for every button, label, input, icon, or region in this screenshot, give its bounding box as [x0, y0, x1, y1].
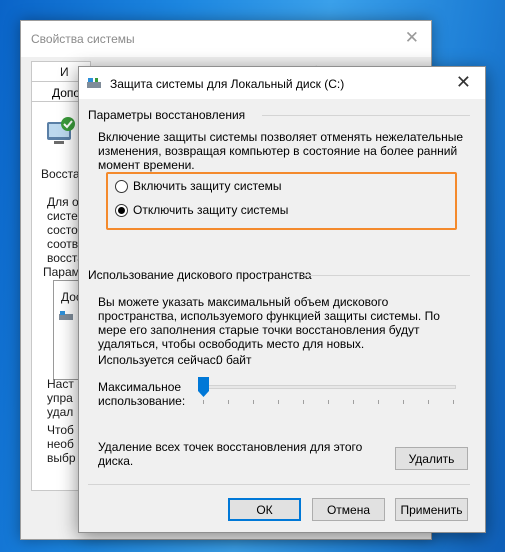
- create-fragment-2: необ: [47, 437, 74, 451]
- close-icon[interactable]: ✕: [405, 28, 419, 48]
- slider-tick: [403, 400, 404, 404]
- cancel-button[interactable]: Отмена: [312, 498, 385, 521]
- system-properties-title: Свойства системы: [31, 32, 135, 46]
- slider-tick: [353, 400, 354, 404]
- slider-tick: [228, 400, 229, 404]
- slider-tick: [278, 400, 279, 404]
- radio-disable-protection[interactable]: Отключить защиту системы: [115, 203, 288, 217]
- create-fragment-1: Чтоб: [47, 423, 74, 437]
- bottom-divider: [88, 484, 470, 485]
- slider-tick: [328, 400, 329, 404]
- radio-disable-label: Отключить защиту системы: [133, 203, 289, 217]
- radio-enable-indicator[interactable]: [115, 179, 128, 193]
- tab-top-label: И: [60, 65, 69, 79]
- dialog-title: Защита системы для Локальный диск (C:): [110, 77, 345, 91]
- ok-button[interactable]: ОК: [228, 498, 301, 521]
- max-usage-slider-thumb[interactable]: [198, 377, 209, 397]
- restore-description: Включение защиты системы позволяет отмен…: [98, 130, 464, 172]
- close-icon[interactable]: ✕: [456, 72, 471, 93]
- config-fragment-1: Наст: [47, 377, 74, 391]
- slider-tick: [453, 400, 454, 404]
- disk-group-label: Использование дискового пространства: [88, 268, 312, 282]
- system-protection-icon: [47, 117, 75, 144]
- radio-disable-indicator[interactable]: [115, 203, 128, 217]
- system-properties-titlebar: Свойства системы ✕: [21, 21, 431, 57]
- current-usage-label: Используется сейчас:: [98, 353, 220, 367]
- slider-tick: [253, 400, 254, 404]
- apply-button[interactable]: Применить: [395, 498, 468, 521]
- restore-group-label: Параметры восстановления: [88, 108, 246, 122]
- drive-icon: [87, 78, 101, 88]
- radio-enable-protection[interactable]: Включить защиту системы: [115, 179, 282, 193]
- radio-enable-label: Включить защиту системы: [133, 179, 282, 193]
- dialog-titlebar: Защита системы для Локальный диск (C:) ✕: [79, 67, 485, 99]
- restore-group-divider: [262, 115, 470, 116]
- slider-tick: [378, 400, 379, 404]
- delete-button[interactable]: Удалить: [395, 447, 468, 470]
- system-protection-dialog: Защита системы для Локальный диск (C:) ✕…: [78, 66, 486, 533]
- desc-fragment-3: состо: [47, 223, 78, 237]
- slider-tick: [303, 400, 304, 404]
- config-fragment-3: удал: [47, 405, 74, 419]
- drive-icon: [59, 311, 73, 320]
- tab-advanced-label: Допо: [52, 86, 81, 100]
- disk-group-divider: [303, 275, 470, 276]
- current-usage-value: 0 байт: [216, 353, 252, 367]
- create-fragment-3: выбр: [47, 451, 76, 465]
- protection-text-fragment: Восста: [41, 167, 80, 181]
- desc-fragment-1: Для о: [47, 195, 79, 209]
- slider-tick: [203, 400, 204, 404]
- max-usage-label: Максимальное использование:: [98, 380, 186, 408]
- config-fragment-2: упра: [47, 391, 73, 405]
- slider-tick: [428, 400, 429, 404]
- disk-description: Вы можете указать максимальный объем дис…: [98, 295, 440, 351]
- delete-description: Удаление всех точек восстановления для э…: [98, 440, 363, 468]
- max-usage-slider-track[interactable]: [200, 385, 456, 389]
